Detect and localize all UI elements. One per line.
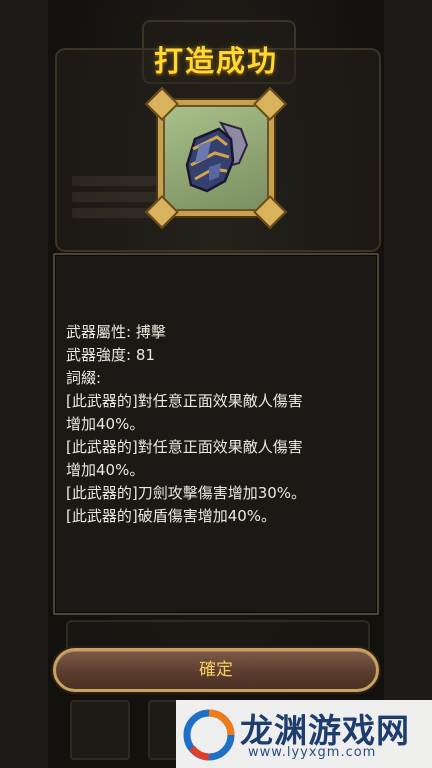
watermark-logo-icon <box>183 709 235 761</box>
affix-line: [此武器的]刀劍攻擊傷害增加30%。 <box>66 484 307 502</box>
dialog-title: 打造成功 <box>153 44 278 78</box>
affix-line: 增加40%。 <box>66 461 145 479</box>
weapon-strength-line: 武器強度: 81 <box>66 346 155 364</box>
item-details-text: 武器屬性: 搏擊 武器強度: 81 詞綴: [此武器的]對任意正面效果敵人傷害 … <box>66 321 366 528</box>
item-details-panel: 武器屬性: 搏擊 武器強度: 81 詞綴: [此武器的]對任意正面效果敵人傷害 … <box>53 253 379 615</box>
affix-line: [此武器的]對任意正面效果敵人傷害 <box>66 392 303 410</box>
affix-heading: 詞綴: <box>66 369 102 387</box>
watermark-url: www.lyyxgm.com <box>248 745 377 760</box>
affix-line: 增加40%。 <box>66 415 145 433</box>
item-icon-frame <box>145 87 287 229</box>
affix-line: [此武器的]對任意正面效果敵人傷害 <box>66 438 303 456</box>
confirm-button[interactable]: 確定 <box>53 648 379 692</box>
watermark: 龙渊游戏网 www.lyyxgm.com <box>176 700 432 768</box>
background-slot <box>70 700 130 760</box>
affix-line: [此武器的]破盾傷害增加40%。 <box>66 507 277 525</box>
right-edge-bar <box>384 0 432 768</box>
left-edge-bar <box>0 0 48 768</box>
weapon-attribute-line: 武器屬性: 搏擊 <box>66 323 166 341</box>
gauntlet-icon <box>185 121 249 193</box>
